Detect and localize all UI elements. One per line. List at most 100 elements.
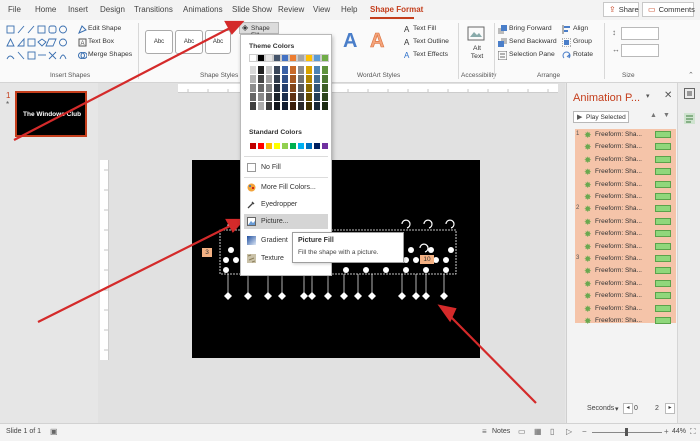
timeline-dropdown-icon[interactable]: ▾ (615, 405, 619, 413)
animation-timing-bar[interactable] (655, 131, 671, 138)
standard-color-swatch[interactable] (282, 143, 288, 149)
fit-to-window-icon[interactable]: ⛶ (690, 427, 696, 437)
theme-color-shade[interactable] (258, 75, 264, 83)
animation-list-item[interactable]: ✸ Freeform: Sha... (575, 141, 675, 154)
theme-color-shade[interactable] (258, 66, 264, 74)
animation-timing-bar[interactable] (655, 255, 671, 262)
animation-timing-bar[interactable] (655, 180, 671, 188)
pane-options-icon[interactable]: ▾ (646, 92, 650, 100)
animation-timing-bar[interactable] (655, 193, 671, 200)
animation-pane-icon[interactable] (684, 113, 695, 124)
theme-color-swatch[interactable] (281, 54, 289, 62)
animation-timing-bar[interactable] (655, 230, 671, 238)
theme-color-shade[interactable] (250, 66, 256, 74)
theme-color-shade[interactable] (258, 84, 264, 92)
theme-color-shade[interactable] (274, 84, 280, 92)
animation-timing-bar[interactable] (655, 242, 671, 250)
theme-color-shade[interactable] (266, 75, 272, 83)
theme-color-shade[interactable] (290, 75, 296, 83)
theme-color-shade[interactable] (306, 66, 312, 74)
standard-color-swatch[interactable] (306, 143, 312, 149)
theme-color-shade[interactable] (290, 66, 296, 74)
play-selected-button[interactable]: ▶ Play Selected (573, 111, 629, 123)
animation-list-item[interactable]: ✸ Freeform: Sha... (575, 302, 675, 315)
picture-fill-item[interactable]: Picture... (244, 214, 328, 229)
animation-list-item[interactable]: ✸ Freeform: Sha... (575, 228, 675, 241)
animation-list-item[interactable]: ✸ Freeform: Sha... (575, 277, 675, 290)
spellcheck-icon[interactable]: ▣ (50, 427, 58, 436)
theme-color-shade[interactable] (322, 102, 328, 110)
timeline-zoom-out[interactable]: ◂ (623, 403, 633, 414)
theme-color-shade[interactable] (298, 66, 304, 74)
theme-color-shade[interactable] (290, 84, 296, 92)
design-ideas-icon[interactable] (684, 88, 695, 99)
animation-list-item[interactable]: ✸ Freeform: Sha... (575, 178, 675, 191)
theme-color-shade[interactable] (250, 93, 256, 101)
animation-list-item[interactable]: 2 ✸ Freeform: Sha... (575, 203, 675, 216)
theme-color-shade[interactable] (306, 93, 312, 101)
standard-color-swatch[interactable] (290, 143, 296, 149)
more-fill-colors-item[interactable]: More Fill Colors... (244, 180, 328, 195)
theme-color-shade[interactable] (314, 93, 320, 101)
theme-color-shade[interactable] (258, 102, 264, 110)
move-up-icon[interactable]: ▲ (650, 112, 657, 119)
theme-color-shade[interactable] (322, 75, 328, 83)
theme-color-shade[interactable] (314, 84, 320, 92)
theme-color-shade[interactable] (282, 84, 288, 92)
theme-color-shade[interactable] (322, 84, 328, 92)
animation-timing-bar[interactable] (655, 217, 671, 225)
reading-view-icon[interactable]: ▯ (550, 427, 554, 436)
theme-color-swatch[interactable] (273, 54, 281, 62)
theme-color-shade[interactable] (298, 102, 304, 110)
theme-color-shade[interactable] (274, 75, 280, 83)
theme-color-swatch[interactable] (297, 54, 305, 62)
theme-color-shade[interactable] (314, 75, 320, 83)
theme-color-shade[interactable] (258, 93, 264, 101)
eyedropper-item[interactable]: Eyedropper (244, 197, 328, 212)
animation-list-item[interactable]: ✸ Freeform: Sha... (575, 215, 675, 228)
theme-color-shade[interactable] (274, 93, 280, 101)
animation-list-item[interactable]: ✸ Freeform: Sha... (575, 191, 675, 203)
slide-sorter-icon[interactable]: ▦ (534, 427, 542, 436)
close-pane-icon[interactable]: ✕ (664, 90, 672, 101)
animation-timing-bar[interactable] (655, 267, 671, 275)
theme-color-swatch[interactable] (321, 54, 329, 62)
theme-color-shade[interactable] (306, 84, 312, 92)
theme-color-shade[interactable] (298, 93, 304, 101)
animation-timing-bar[interactable] (655, 168, 671, 176)
theme-color-shade[interactable] (306, 75, 312, 83)
animation-timing-bar[interactable] (655, 292, 671, 300)
theme-color-shade[interactable] (250, 84, 256, 92)
standard-color-swatch[interactable] (266, 143, 272, 149)
move-down-icon[interactable]: ▼ (663, 112, 670, 119)
theme-color-shade[interactable] (314, 66, 320, 74)
animation-list-item[interactable]: ✸ Freeform: Sha... (575, 240, 675, 253)
notes-button[interactable]: Notes (492, 428, 510, 435)
animation-list-item[interactable]: ✸ Freeform: Sha... (575, 315, 675, 327)
theme-color-shade[interactable] (250, 75, 256, 83)
animation-timing-bar[interactable] (655, 143, 671, 151)
standard-color-swatch[interactable] (314, 143, 320, 149)
theme-color-swatch[interactable] (257, 54, 265, 62)
theme-color-shade[interactable] (282, 66, 288, 74)
zoom-out-icon[interactable]: − (582, 427, 587, 436)
theme-color-shade[interactable] (266, 84, 272, 92)
theme-color-shade[interactable] (282, 75, 288, 83)
theme-color-shade[interactable] (298, 75, 304, 83)
slideshow-icon[interactable]: ▷ (566, 427, 572, 436)
theme-color-shade[interactable] (274, 102, 280, 110)
timeline-zoom-in[interactable]: ▸ (665, 403, 675, 414)
animation-list-item[interactable]: 1 ✸ Freeform: Sha... (575, 129, 675, 141)
theme-color-swatch[interactable] (249, 54, 257, 62)
zoom-level[interactable]: 44% (672, 428, 686, 435)
theme-color-swatch[interactable] (313, 54, 321, 62)
theme-color-shade[interactable] (290, 93, 296, 101)
animation-timing-bar[interactable] (655, 279, 671, 287)
animation-list-item[interactable]: 3 ✸ Freeform: Sha... (575, 253, 675, 265)
animation-list-item[interactable]: ✸ Freeform: Sha... (575, 153, 675, 166)
theme-color-shade[interactable] (322, 66, 328, 74)
standard-color-swatch[interactable] (250, 143, 256, 149)
theme-color-shade[interactable] (266, 93, 272, 101)
animation-timing-bar[interactable] (655, 205, 671, 213)
standard-color-swatch[interactable] (274, 143, 280, 149)
